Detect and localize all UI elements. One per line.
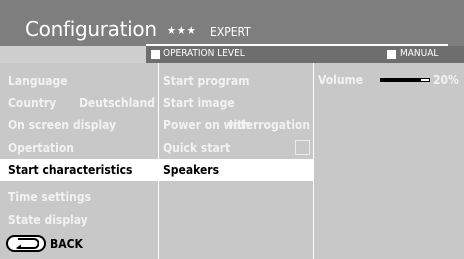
menu-item-label: Time settings — [8, 190, 92, 204]
volume-label: Volume — [318, 73, 364, 87]
submenu-item-value: Interrogation — [228, 118, 310, 132]
submenu-panel: Start program Start image Power on with Int… — [159, 63, 313, 259]
operation-level-label: OPERATION LEVEL — [163, 48, 245, 59]
menu-item-value: Deutschland — [78, 96, 155, 110]
submenu-item-label: Speakers — [163, 163, 220, 177]
manual-marker-icon — [387, 50, 396, 59]
header-left-strip — [0, 46, 146, 63]
menu-item-label: State display — [8, 213, 88, 227]
submenu-item-start-image[interactable]: Start image — [159, 92, 313, 114]
menu-item-opertation[interactable]: Opertation — [0, 137, 158, 159]
menu-item-label: Language — [8, 74, 68, 88]
main-menu-panel: Language Country Deutschland On screen disp… — [0, 63, 158, 259]
menu-item-label: Start characteristics — [8, 163, 133, 177]
operation-level-line — [146, 44, 448, 46]
menu-item-time-settings[interactable]: Time settings — [0, 186, 158, 208]
volume-value: 20% — [433, 73, 459, 87]
operation-level-marker-icon — [151, 50, 160, 59]
menu-item-on-screen-display[interactable]: On screen display — [0, 114, 158, 136]
menu-item-label: Country — [8, 96, 57, 110]
menu-item-state-display[interactable]: State display — [0, 209, 158, 231]
page-title: Configuration — [25, 17, 157, 41]
submenu-item-power-on-with[interactable]: Power on with Interrogation — [159, 114, 313, 136]
back-label: BACK — [50, 237, 83, 251]
menu-item-country[interactable]: Country Deutschland — [0, 92, 158, 114]
volume-slider-fill — [381, 79, 422, 81]
operation-level-name: EXPERT — [210, 25, 251, 39]
submenu-item-speakers[interactable]: Speakers — [159, 159, 313, 181]
quick-start-checkbox[interactable] — [295, 140, 310, 155]
volume-slider[interactable] — [380, 78, 430, 82]
back-arrow-icon — [6, 235, 46, 252]
submenu-item-label: Start image — [163, 96, 235, 110]
submenu-item-label: Start program — [163, 74, 250, 88]
detail-panel: Volume 20% — [314, 63, 464, 259]
menu-item-start-characteristics[interactable]: Start characteristics — [0, 159, 158, 181]
submenu-item-label: Quick start — [163, 141, 231, 155]
menu-item-language[interactable]: Language — [0, 70, 158, 92]
menu-item-label: On screen display — [8, 118, 117, 132]
manual-label[interactable]: MANUAL — [400, 47, 438, 61]
menu-item-label: Opertation — [8, 141, 74, 155]
submenu-item-quick-start[interactable]: Quick start — [159, 137, 313, 159]
submenu-item-start-program[interactable]: Start program — [159, 70, 313, 92]
operation-level-stars: ★★★ — [167, 24, 197, 37]
